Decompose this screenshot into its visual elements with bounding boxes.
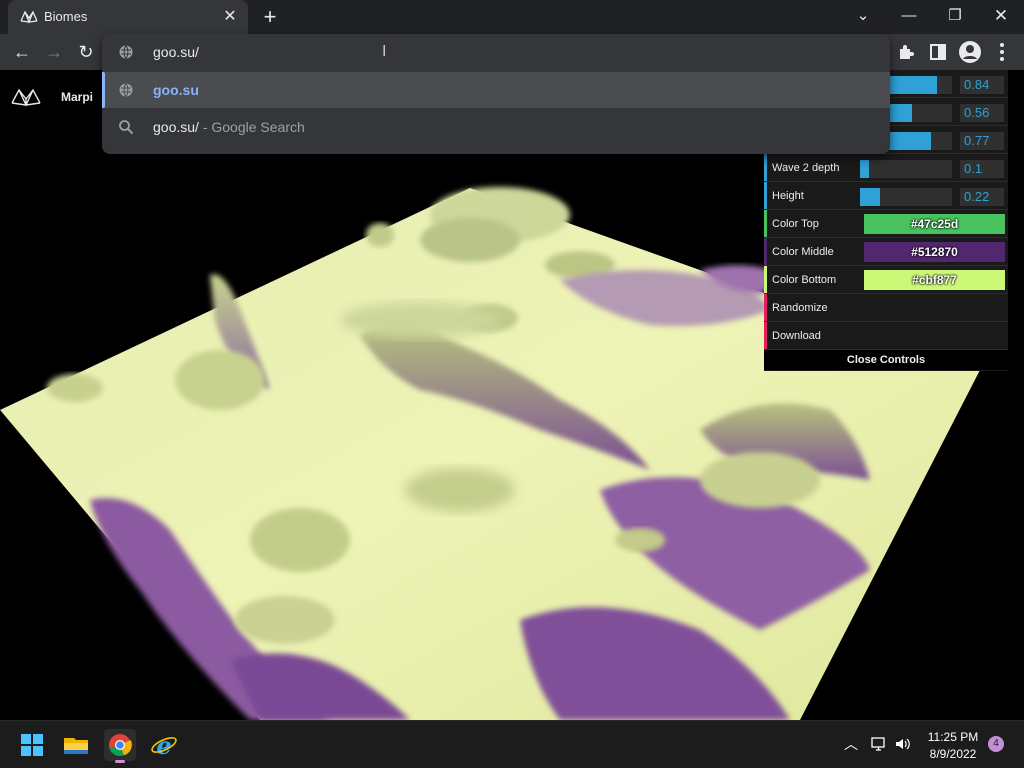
color-bottom-row[interactable]: Color Bottom #cbf877	[764, 266, 1008, 294]
omnibox-dropdown: goo.su/ I goo.su goo.su/ - Google Search	[102, 34, 890, 154]
globe-icon	[119, 83, 133, 97]
color-bottom-swatch[interactable]: #cbf877	[864, 270, 1005, 290]
notification-badge[interactable]: 4	[988, 736, 1004, 752]
internet-explorer-icon[interactable]: e	[148, 729, 180, 761]
download-button[interactable]: Download	[764, 322, 1008, 350]
globe-icon	[119, 45, 133, 59]
marpi-logo-icon[interactable]	[10, 86, 42, 108]
slider-fill	[860, 160, 870, 178]
randomize-label: Randomize	[772, 302, 828, 314]
height-label: Height	[772, 190, 804, 202]
slider-value-input[interactable]: 0.84	[960, 76, 1004, 94]
tab-strip: Biomes ✕ + ⌄ — ❐ ✕	[0, 0, 1024, 34]
omnibox-suggestion[interactable]: goo.su/ - Google Search	[102, 109, 890, 145]
network-icon[interactable]	[870, 735, 888, 753]
height-slider[interactable]	[860, 188, 952, 206]
tab-biomes[interactable]: Biomes ✕	[8, 0, 248, 34]
omnibox-suggestion[interactable]: goo.su	[102, 72, 890, 108]
restore-icon[interactable]: ❐	[932, 0, 978, 34]
tab-title: Biomes	[44, 9, 88, 24]
windows-start-icon[interactable]	[16, 729, 48, 761]
color-bottom-label: Color Bottom	[772, 274, 837, 286]
side-panel-icon[interactable]	[926, 40, 950, 64]
file-explorer-icon[interactable]	[60, 729, 92, 761]
back-arrow-icon[interactable]: ←	[10, 40, 34, 64]
slider-fill	[860, 188, 881, 206]
download-label: Download	[772, 330, 821, 342]
text-cursor-icon: I	[382, 43, 387, 60]
active-app-indicator	[115, 760, 125, 763]
show-hidden-icons-chevron-up-icon[interactable]: ︿	[842, 735, 860, 753]
height-row[interactable]: Height 0.22	[764, 182, 1008, 210]
marpi-favicon-icon	[20, 10, 38, 24]
windows-taskbar: e ︿ 11:25 PM 8/9/2022 4	[0, 720, 1024, 768]
extensions-puzzle-icon[interactable]	[894, 40, 918, 64]
randomize-button[interactable]: Randomize	[764, 294, 1008, 322]
close-controls-button[interactable]: Close Controls	[764, 350, 1008, 370]
suggestion-url: goo.su	[153, 82, 199, 98]
address-bar[interactable]: goo.su/ I	[102, 34, 890, 70]
slider-value-input[interactable]: 0.56	[960, 104, 1004, 122]
clock-date[interactable]: 8/9/2022	[924, 747, 982, 761]
minimize-icon[interactable]: —	[886, 0, 932, 34]
volume-icon[interactable]	[894, 735, 912, 753]
address-input[interactable]: goo.su/	[153, 44, 199, 60]
color-top-label: Color Top	[772, 218, 819, 230]
suggestion-query: goo.su/ - Google Search	[153, 119, 305, 135]
reload-icon[interactable]: ↻	[74, 40, 98, 64]
slider-value-input[interactable]: 0.77	[960, 132, 1004, 150]
profile-avatar-icon[interactable]	[958, 40, 982, 64]
window-close-icon[interactable]: ✕	[978, 0, 1024, 34]
wave-2-depth-row[interactable]: Wave 2 depth 0.1	[764, 154, 1008, 182]
color-top-swatch[interactable]: #47c25d	[864, 214, 1005, 234]
forward-arrow-icon[interactable]: →	[42, 40, 66, 64]
color-middle-label: Color Middle	[772, 246, 834, 258]
color-middle-row[interactable]: Color Middle #512870	[764, 238, 1008, 266]
chrome-taskbar-button[interactable]	[104, 729, 136, 763]
svg-text:e: e	[156, 731, 171, 760]
chrome-icon	[109, 734, 132, 757]
height-input[interactable]: 0.22	[960, 188, 1004, 206]
tab-search-chevron-down-icon[interactable]: ⌄	[840, 0, 886, 34]
new-tab-button[interactable]: +	[258, 5, 282, 29]
tab-close-icon[interactable]: ✕	[220, 7, 240, 27]
color-middle-swatch[interactable]: #512870	[864, 242, 1005, 262]
color-top-row[interactable]: Color Top #47c25d	[764, 210, 1008, 238]
wave-2-depth-label: Wave 2 depth	[772, 162, 840, 174]
more-menu-icon[interactable]	[990, 40, 1014, 64]
suggestion-subtext: - Google Search	[202, 119, 305, 135]
search-icon	[119, 120, 134, 135]
site-name[interactable]: Marpi	[61, 90, 93, 104]
wave-2-depth-input[interactable]: 0.1	[960, 160, 1004, 178]
clock-time[interactable]: 11:25 PM	[924, 730, 982, 744]
wave-2-depth-slider[interactable]	[860, 160, 952, 178]
suggestion-query-text: goo.su/	[153, 119, 199, 135]
